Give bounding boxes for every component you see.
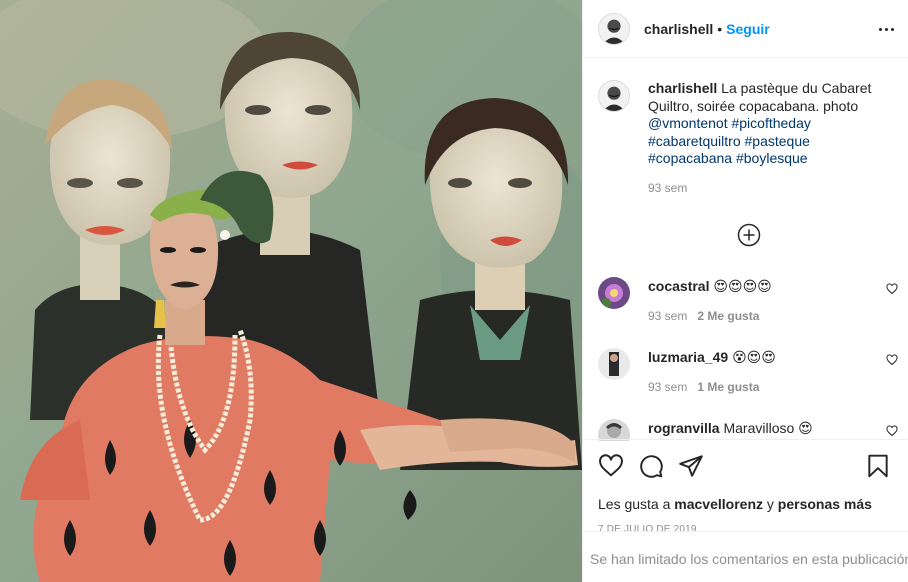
- avatar-portrait-icon: [598, 348, 630, 380]
- comment-like-heart-icon[interactable]: [886, 354, 898, 366]
- avatar-portrait-icon: [598, 419, 630, 441]
- comment-meta: 93 sem 2 Me gusta: [648, 307, 772, 325]
- comment-username[interactable]: cocastral: [648, 278, 709, 294]
- caption-time[interactable]: 93 sem: [648, 180, 878, 198]
- load-more-comments-button[interactable]: [737, 223, 761, 247]
- share-icon[interactable]: [678, 453, 704, 479]
- comment-item: rogranvilla Maravilloso 😍: [598, 419, 898, 441]
- commenter-avatar[interactable]: [598, 419, 630, 441]
- action-icons: [598, 450, 897, 482]
- comment-username[interactable]: luzmaria_49: [648, 349, 728, 365]
- post-side-panel: charlishell • Seguir charlishell La past…: [582, 0, 908, 582]
- comments-limited-notice: Se han limitado los comentarios en esta …: [583, 531, 908, 582]
- heart-icon[interactable]: [598, 453, 624, 479]
- likes-prefix: Les gusta a: [598, 496, 671, 512]
- hashtag[interactable]: #boylesque: [736, 150, 808, 166]
- more-options-icon[interactable]: [874, 17, 898, 41]
- caption: charlishell La pastèque du Cabaret Quilt…: [583, 58, 908, 197]
- comment-time[interactable]: 93 sem: [648, 380, 687, 394]
- likes-summary: Les gusta a macvellorenz y personas más: [598, 496, 897, 512]
- post-image: [0, 0, 582, 582]
- comment-likes[interactable]: 2 Me gusta: [697, 309, 759, 323]
- likes-join: y: [766, 496, 774, 512]
- avatar-flower-icon: [598, 277, 630, 309]
- post-actions: Les gusta a macvellorenz y personas más …: [583, 439, 908, 535]
- author-username[interactable]: charlishell: [644, 21, 713, 37]
- caption-body: charlishell La pastèque du Cabaret Quilt…: [648, 80, 878, 197]
- hashtag[interactable]: #picoftheday: [731, 115, 810, 131]
- commenter-avatar[interactable]: [598, 277, 630, 309]
- instagram-post: charlishell • Seguir charlishell La past…: [0, 0, 908, 582]
- likes-user[interactable]: macvellorenz: [674, 496, 763, 512]
- post-photo[interactable]: [0, 0, 582, 582]
- comment-item: cocastral 😍😍😍😍 93 sem 2 Me gusta: [598, 277, 898, 325]
- likes-others[interactable]: personas más: [778, 496, 872, 512]
- comment-like-heart-icon[interactable]: [886, 283, 898, 295]
- post-header: charlishell • Seguir: [583, 0, 908, 58]
- author-avatar[interactable]: [598, 12, 630, 45]
- plus-circle-icon: [737, 223, 761, 247]
- bookmark-icon[interactable]: [865, 453, 891, 479]
- hashtag[interactable]: #cabaretquiltro: [648, 133, 741, 149]
- comment-text: 😍😍😍😍: [713, 278, 772, 294]
- caption-mention[interactable]: @vmontenot: [648, 115, 728, 131]
- comment-text: 😵😍😍: [732, 349, 776, 365]
- avatar-portrait-icon: [599, 81, 629, 111]
- separator-dot: •: [717, 20, 723, 37]
- comment-icon[interactable]: [638, 453, 664, 479]
- comment-meta: 93 sem 1 Me gusta: [648, 378, 776, 396]
- comment-like-heart-icon[interactable]: [886, 425, 898, 437]
- follow-button[interactable]: Seguir: [726, 21, 770, 37]
- comment-time[interactable]: 93 sem: [648, 309, 687, 323]
- comment-likes[interactable]: 1 Me gusta: [697, 380, 759, 394]
- comments-section[interactable]: charlishell La pastèque du Cabaret Quilt…: [583, 58, 908, 441]
- comment-item: luzmaria_49 😵😍😍 93 sem 1 Me gusta: [598, 348, 898, 396]
- comment-text: Maravilloso 😍: [723, 420, 813, 436]
- hashtag[interactable]: #copacabana: [648, 150, 732, 166]
- caption-username[interactable]: charlishell: [648, 80, 717, 96]
- caption-author-avatar[interactable]: [598, 80, 630, 112]
- commenter-avatar[interactable]: [598, 348, 630, 380]
- hashtag[interactable]: #pasteque: [745, 133, 810, 149]
- comment-username[interactable]: rogranvilla: [648, 420, 720, 436]
- avatar-portrait-icon: [599, 13, 629, 44]
